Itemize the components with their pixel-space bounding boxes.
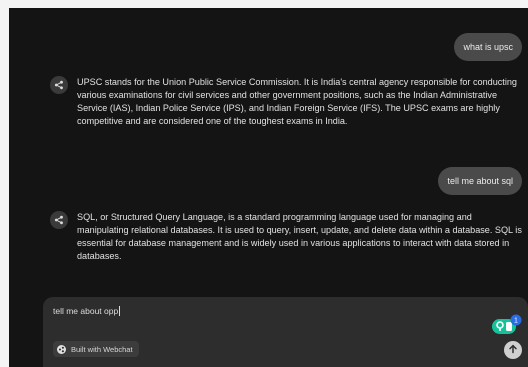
send-button[interactable] <box>504 341 522 359</box>
message-composer: tell me about opp 1 Built with Webchat <box>43 297 528 367</box>
assistant-message: UPSC stands for the Union Public Service… <box>50 76 522 128</box>
message-input[interactable]: tell me about opp <box>53 306 121 316</box>
message-input-value: tell me about opp <box>53 306 119 316</box>
webchat-logo-icon <box>57 344 66 354</box>
share-nodes-icon <box>50 76 68 94</box>
built-with-webchat-link[interactable]: Built with Webchat <box>53 341 139 357</box>
arrow-up-icon <box>508 341 518 359</box>
built-with-label: Built with Webchat <box>71 344 133 354</box>
chat-window: what is upsc UPSC stands for the Union P… <box>9 8 528 367</box>
assistant-message-text: SQL, or Structured Query Language, is a … <box>77 212 522 262</box>
user-message-text: tell me about sql <box>447 176 513 186</box>
user-message-bubble: what is upsc <box>454 33 522 61</box>
assistant-message-text: UPSC stands for the Union Public Service… <box>77 77 517 127</box>
text-caret <box>119 306 121 316</box>
grammar-assistant-icon[interactable]: 1 <box>492 314 522 336</box>
user-message-bubble: tell me about sql <box>438 167 522 195</box>
assistant-message: SQL, or Structured Query Language, is a … <box>50 211 522 263</box>
share-nodes-icon <box>50 211 68 229</box>
grammar-badge-count: 1 <box>514 318 518 325</box>
user-message-text: what is upsc <box>463 42 513 52</box>
